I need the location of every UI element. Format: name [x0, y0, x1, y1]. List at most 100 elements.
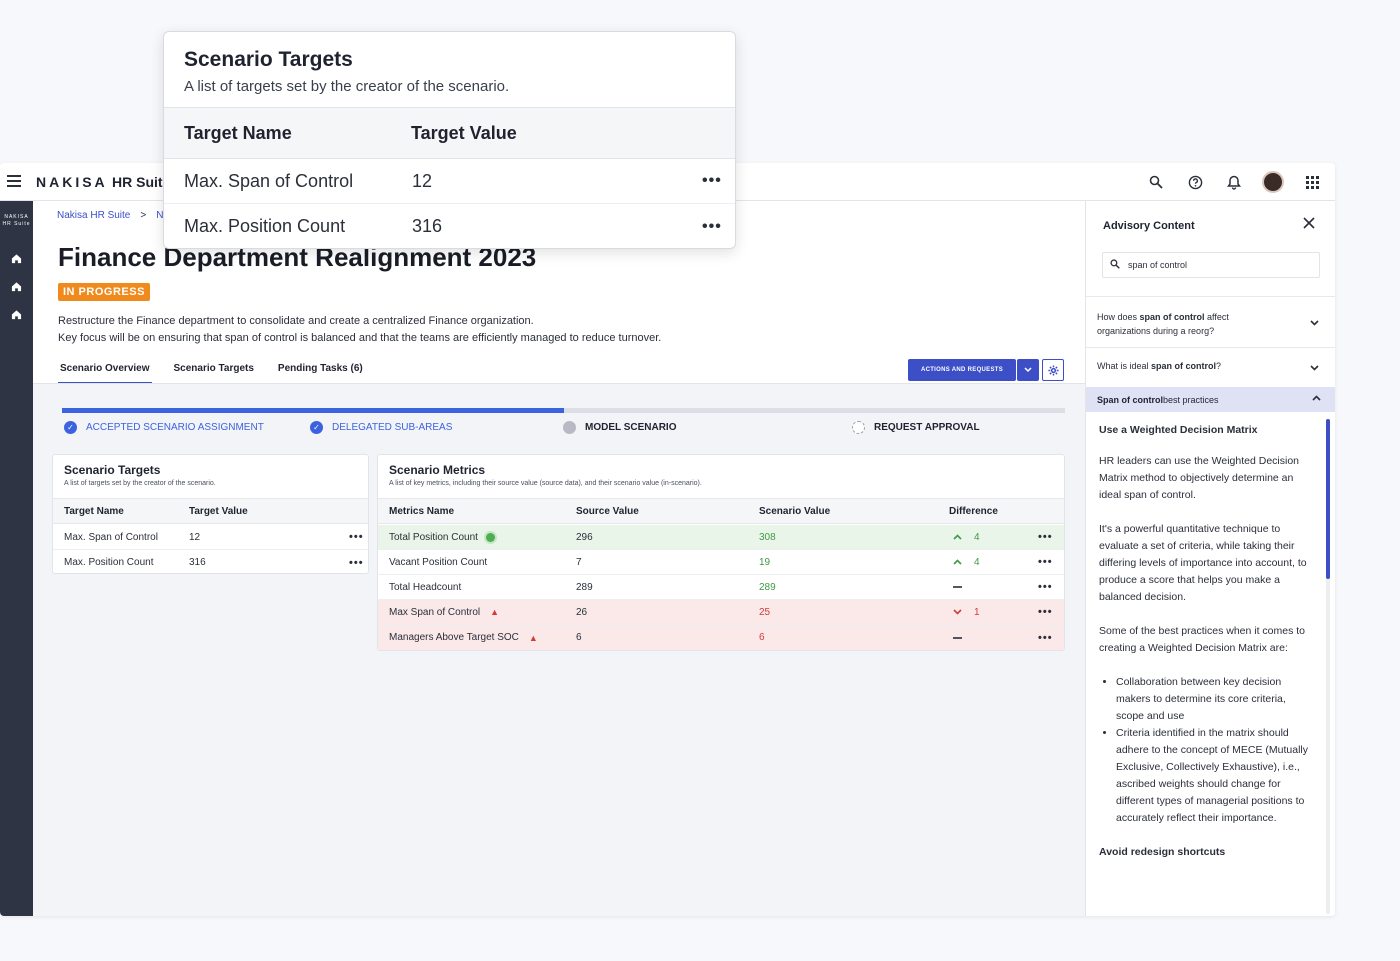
table-row[interactable]: Max. Span of Control 12 ••• [53, 525, 368, 550]
column-header: Metrics Name [389, 505, 455, 517]
dash-icon [953, 575, 962, 599]
faq-item-span-of-control-affect[interactable]: How does span of control affect organiza… [1097, 310, 1327, 338]
table-row[interactable]: Managers Above Target SOC ▲ 6 6 ••• [378, 625, 1064, 650]
table-header: Metrics Name Source Value Scenario Value… [378, 498, 1064, 524]
more-options-icon[interactable]: ••• [702, 159, 722, 203]
help-icon[interactable] [1184, 171, 1206, 193]
step-accepted-scenario-assignment[interactable]: ✓ ACCEPTED SCENARIO ASSIGNMENT [64, 421, 264, 434]
scenario-targets-card: Scenario Targets A list of targets set b… [52, 454, 369, 574]
table-row[interactable]: Max. Position Count 316 ••• [53, 550, 368, 575]
article-heading: Use a Weighted Decision Matrix [1099, 424, 1258, 436]
search-icon[interactable] [1145, 171, 1167, 193]
more-options-icon[interactable]: ••• [1038, 600, 1053, 624]
more-options-icon[interactable]: ••• [1038, 575, 1053, 599]
popout-title: Scenario Targets [184, 48, 353, 71]
side-nav: NAKISA HR Suite [0, 201, 33, 916]
more-options-icon[interactable]: ••• [1038, 550, 1053, 574]
close-icon[interactable] [1303, 216, 1315, 233]
column-header: Scenario Value [759, 505, 831, 517]
dash-icon [953, 625, 962, 650]
card-title: Scenario Targets [64, 463, 161, 477]
column-header: Target Name [184, 122, 292, 143]
column-header: Target Value [411, 122, 517, 143]
hamburger-menu-icon[interactable] [7, 175, 21, 190]
divider [1086, 347, 1335, 348]
column-header: Difference [949, 505, 998, 517]
app-grid-icon[interactable] [1301, 171, 1323, 193]
status-ok-icon [485, 532, 495, 542]
breadcrumb-item-home[interactable]: Nakisa HR Suite [57, 210, 130, 221]
chevron-down-icon[interactable] [1017, 359, 1039, 381]
card-subtitle: A list of key metrics, including their s… [389, 480, 702, 487]
divider [1086, 296, 1335, 297]
scrollbar-thumb[interactable] [1326, 419, 1330, 579]
more-options-icon[interactable]: ••• [349, 550, 364, 575]
card-title: Scenario Metrics [389, 463, 486, 477]
sidenav-logo: NAKISA HR Suite [2, 214, 31, 227]
step-delegated-sub-areas[interactable]: ✓ DELEGATED SUB-AREAS [310, 421, 452, 434]
warning-triangle-icon: ▲ [490, 607, 500, 617]
dashed-circle-icon [852, 421, 865, 434]
column-header: Source Value [576, 505, 639, 517]
chevron-right-icon: > [140, 210, 147, 221]
more-options-icon[interactable]: ••• [349, 525, 364, 549]
faq-item-best-practices[interactable]: Span of control best practices [1086, 387, 1335, 412]
table-header: Target Name Target Value [53, 498, 368, 524]
tab-bar: Scenario Overview Scenario Targets Pendi… [58, 359, 385, 384]
brand-subtitle: HR Suite [112, 174, 171, 190]
table-row[interactable]: Max. Span of Control 12 ••• [164, 159, 735, 204]
more-options-icon[interactable]: ••• [702, 204, 722, 248]
tab-scenario-overview[interactable]: Scenario Overview [58, 359, 152, 384]
breadcrumb: Nakisa HR Suite > N [57, 210, 163, 221]
card-subtitle: A list of targets set by the creator of … [64, 480, 216, 487]
tab-scenario-targets[interactable]: Scenario Targets [172, 359, 256, 384]
brand-logo: NAKISA [36, 174, 108, 190]
column-header: Target Name [64, 505, 124, 517]
tab-pending-tasks[interactable]: Pending Tasks (6) [276, 359, 365, 384]
chevron-down-icon [1310, 317, 1319, 331]
scenario-metrics-card: Scenario Metrics A list of key metrics, … [377, 454, 1065, 651]
article-bullets: Collaboration between key decision maker… [1099, 674, 1314, 827]
advisory-panel: Advisory Content span of control How doe… [1085, 201, 1335, 916]
avatar[interactable] [1262, 171, 1284, 193]
circle-icon [563, 421, 576, 434]
article-heading: Avoid redesign shortcuts [1099, 846, 1226, 858]
advisory-title: Advisory Content [1103, 220, 1195, 232]
actions-and-requests-button[interactable]: ACTIONS AND REQUESTS [908, 359, 1016, 381]
chevron-down-icon [1310, 362, 1319, 376]
home-icon[interactable] [0, 244, 33, 272]
progress-fill [62, 408, 564, 413]
bell-icon[interactable] [1223, 171, 1245, 193]
step-model-scenario[interactable]: MODEL SCENARIO [563, 421, 677, 434]
warning-triangle-icon: ▲ [528, 632, 538, 643]
home-icon[interactable] [0, 300, 33, 328]
status-badge: IN PROGRESS [58, 283, 150, 301]
scenario-description: Restructure the Finance department to co… [58, 315, 662, 344]
more-options-icon[interactable]: ••• [1038, 625, 1053, 650]
faq-item-ideal-span-of-control[interactable]: What is ideal span of control? [1097, 359, 1327, 373]
table-row[interactable]: Total Headcount 289 289 ••• [378, 575, 1064, 600]
advisory-search-input[interactable]: span of control [1102, 252, 1320, 278]
table-header: Target Name Target Value [164, 107, 735, 159]
advisory-article: Use a Weighted Decision Matrix HR leader… [1099, 422, 1314, 875]
table-row[interactable]: Max Span of Control ▲ 26 25 1 ••• [378, 600, 1064, 625]
chevron-up-icon [953, 550, 962, 574]
chevron-down-icon [953, 600, 962, 624]
table-row[interactable]: Max. Position Count 316 ••• [164, 204, 735, 248]
popout-subtitle: A list of targets set by the creator of … [184, 78, 510, 95]
gear-icon[interactable] [1042, 359, 1064, 381]
main-content: Nakisa HR Suite > N Finance Department R… [33, 201, 1085, 916]
progress-bar [62, 408, 1065, 413]
step-request-approval[interactable]: REQUEST APPROVAL [852, 421, 980, 434]
home-icon[interactable] [0, 272, 33, 300]
chevron-up-icon [1312, 393, 1321, 404]
check-circle-icon: ✓ [64, 421, 77, 434]
app-window: NAKISA HR Suite NAKISA HR Suite Nakisa H… [0, 163, 1335, 916]
check-circle-icon: ✓ [310, 421, 323, 434]
top-bar-icons [1128, 171, 1323, 193]
search-icon [1110, 258, 1120, 272]
table-row[interactable]: Vacant Position Count 7 19 4 ••• [378, 550, 1064, 575]
more-options-icon[interactable]: ••• [1038, 525, 1053, 549]
table-row[interactable]: Total Position Count 296 308 4 ••• [378, 525, 1064, 550]
chevron-up-icon [953, 525, 962, 549]
